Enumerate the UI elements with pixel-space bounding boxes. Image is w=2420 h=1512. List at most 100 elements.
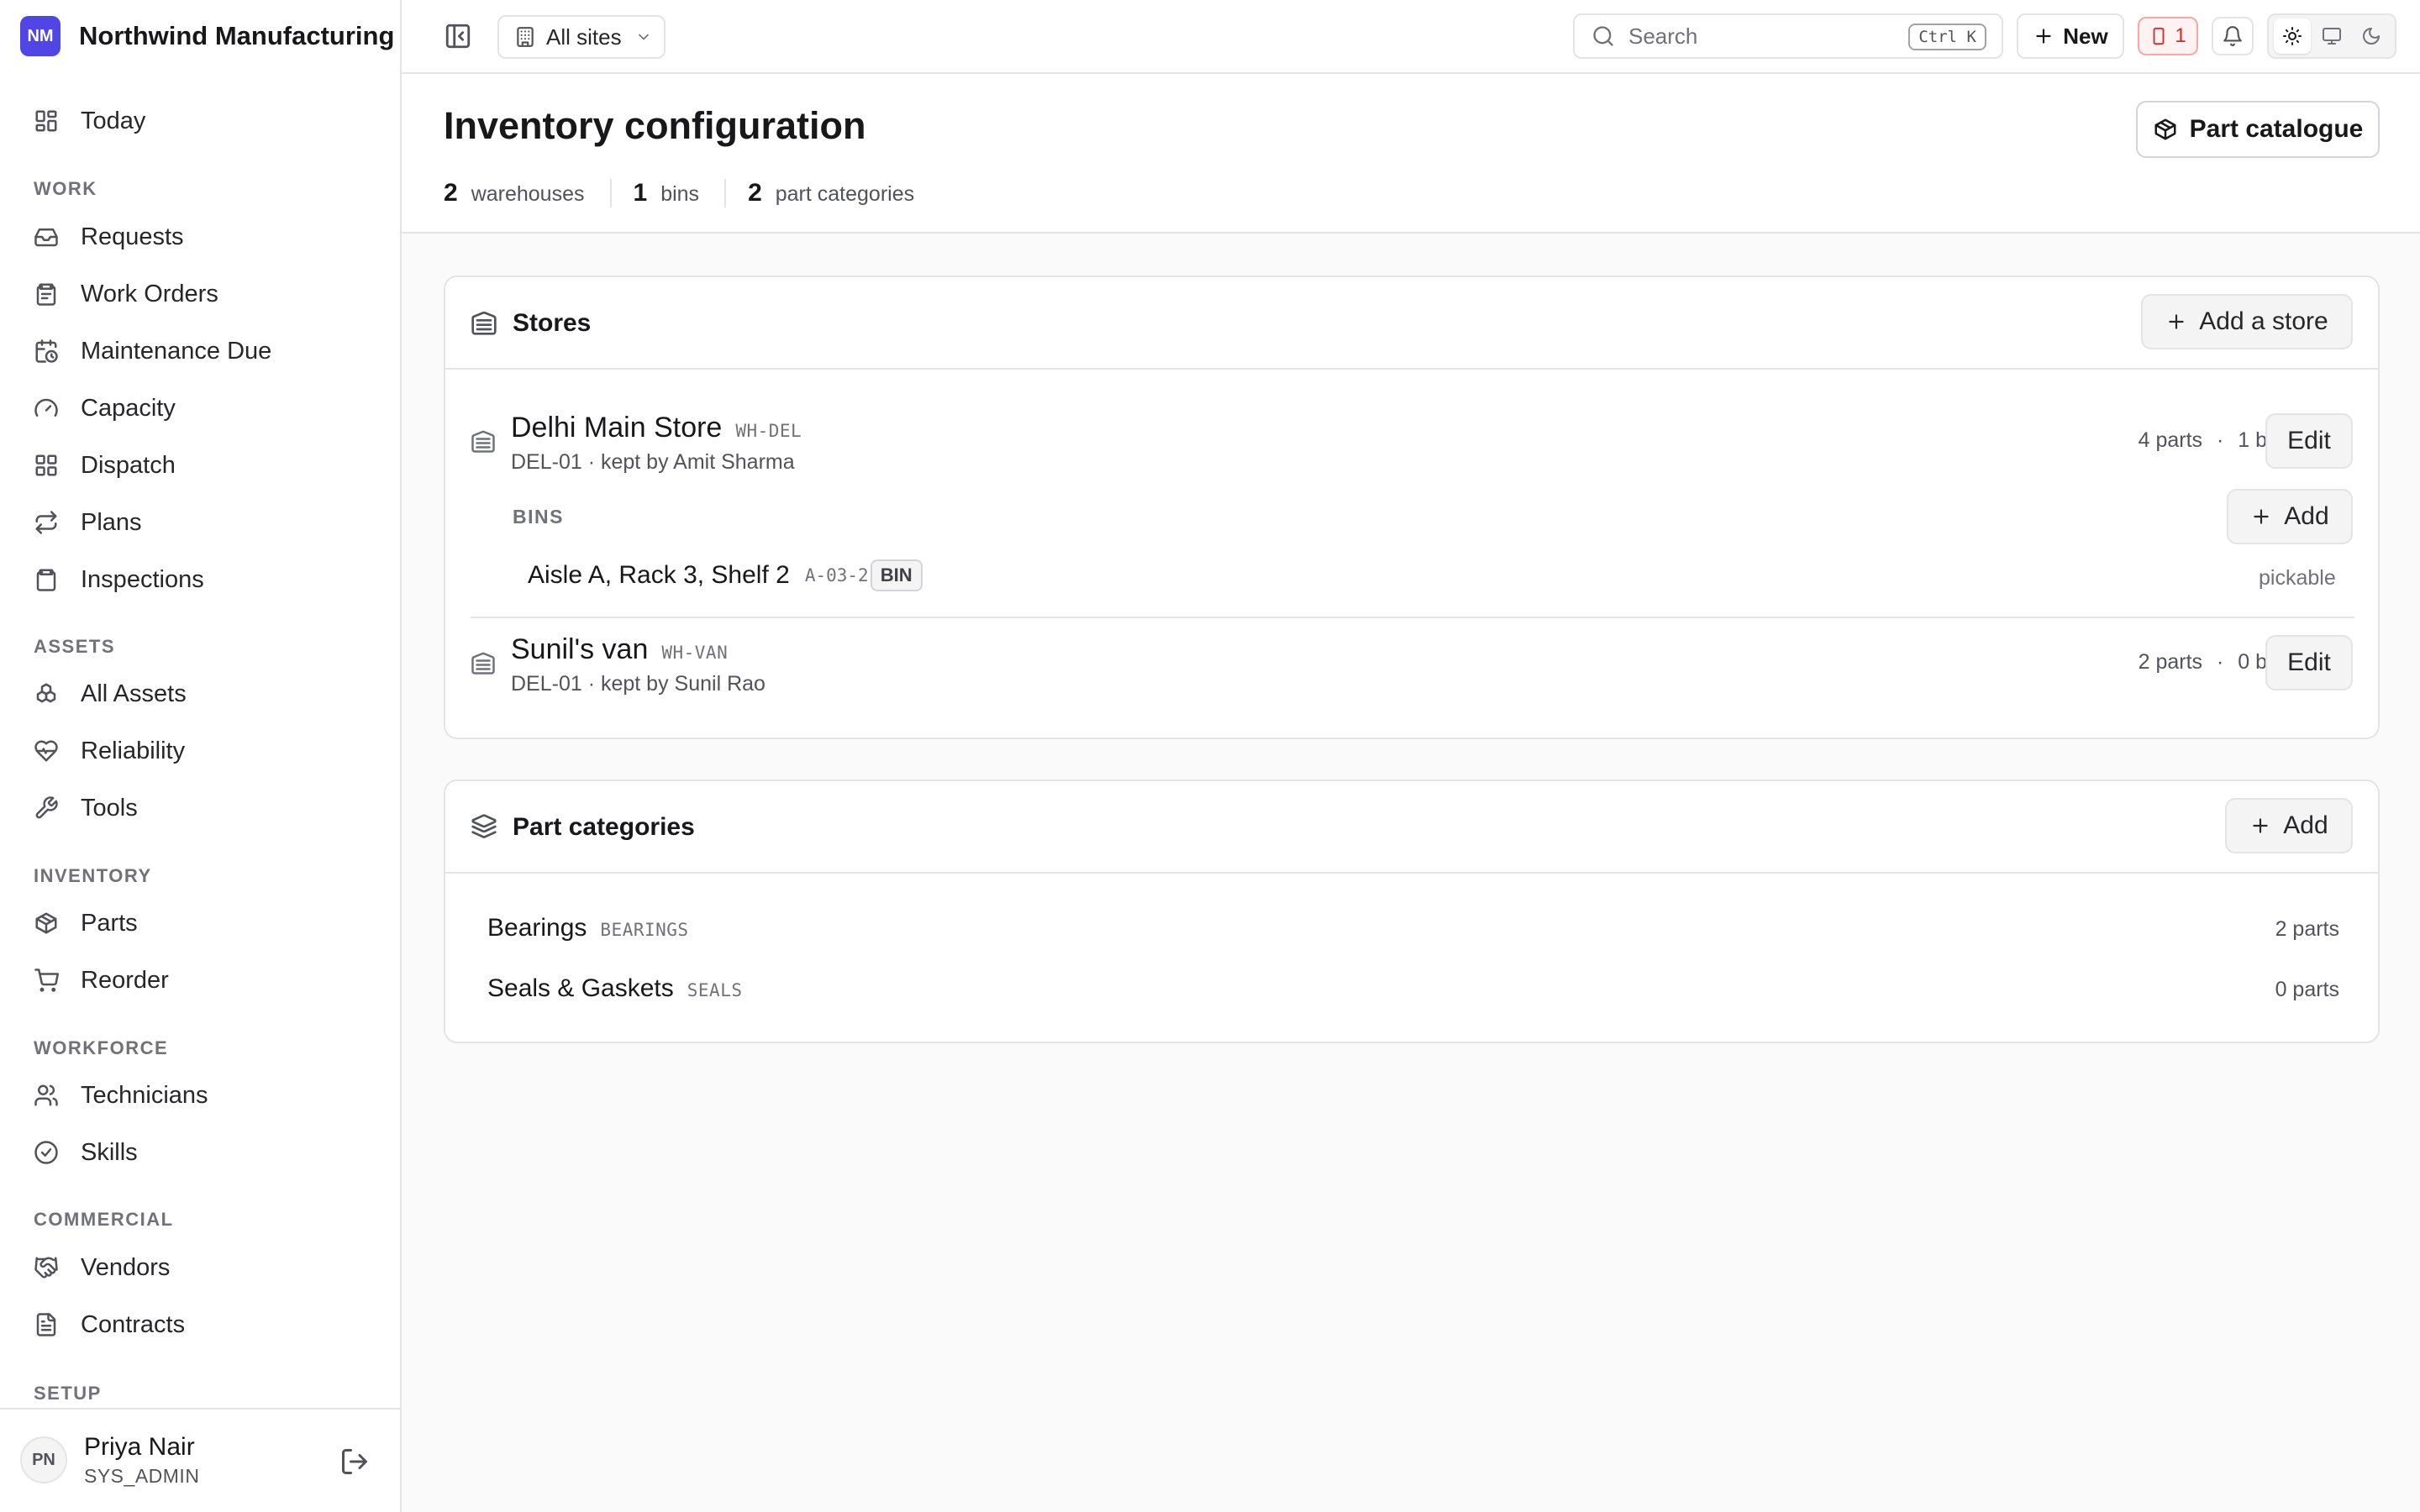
layers-icon [471,814,497,838]
dashboard-icon [35,110,57,132]
add-store-button[interactable]: Add a store [2141,294,2353,349]
search-placeholder: Search [1628,23,1698,49]
store-name-text: Delhi Main Store [511,412,723,444]
part-categories-card: Part categories Add Bearings BEARINGS 2 p… [444,780,2380,1043]
add-store-label: Add a store [2199,307,2328,335]
theme-light-button[interactable] [2273,18,2311,54]
edit-label: Edit [2287,427,2331,454]
store-code: WH-VAN [661,643,729,663]
sidebar-item-label: Reorder [81,966,169,994]
brand[interactable]: NM Northwind Manufacturing [20,16,394,56]
category-name-text: Seals & Gaskets [487,974,674,1002]
sidebar-item-work-orders[interactable]: Work Orders [20,269,381,319]
moon-icon [2363,28,2381,45]
sidebar-item-inspections[interactable]: Inspections [20,554,381,605]
sidebar-item-dispatch[interactable]: Dispatch [20,440,381,491]
sidebar-item-vendors[interactable]: Vendors [20,1242,381,1293]
category-row[interactable]: Bearings BEARINGS 2 parts [487,914,2339,948]
new-button-label: New [2063,23,2108,49]
sidebar-item-requests[interactable]: Requests [20,212,381,262]
sidebar-item-label: Skills [81,1138,138,1166]
stores-card: Stores Add a store Delhi Main Store WH-DE… [444,276,2380,739]
site-selector[interactable]: All sites [497,15,666,59]
sidebar-item-label: Work Orders [81,280,218,307]
search-shortcut: Ctrl K [1908,24,1986,50]
main-content: Stores Add a store Delhi Main Store WH-DE… [402,234,2420,1512]
stat-value: 1 [633,179,648,207]
topbar: All sites Search Ctrl K New 1 [402,0,2420,74]
sidebar-item-maintenance-due[interactable]: Maintenance Due [20,326,381,376]
stat-value: 2 [444,179,458,207]
nav-section-workforce: WORKFORCE [34,1037,169,1058]
logout-icon[interactable] [339,1446,370,1477]
sidebar-item-tools[interactable]: Tools [20,783,381,833]
store-name: Sunil's van WH-VAN [511,633,728,666]
categories-title: Part categories [513,813,695,841]
sidebar-item-label: Reliability [81,737,186,764]
sidebar-toggle-icon[interactable] [444,22,472,50]
sun-icon [2282,27,2302,45]
sidebar-item-technicians[interactable]: Technicians [20,1070,381,1121]
user-role: SYS_ADMIN [84,1465,200,1487]
sidebar-item-label: All Assets [81,680,187,707]
gauge-icon [34,398,58,417]
sidebar-item-label: Today [81,107,146,134]
category-count: 0 parts [2275,978,2339,1001]
stat-label: part categories [775,182,915,206]
bell-icon [2223,26,2242,46]
notifications-button[interactable] [2212,17,2254,55]
stores-title: Stores [513,309,592,337]
page-title: Inventory configuration [444,104,866,147]
alerts-badge[interactable]: 1 [2138,17,2198,55]
sidebar-item-all-assets[interactable]: All Assets [20,669,381,719]
search-input[interactable]: Search Ctrl K [1573,13,2003,59]
sidebar-item-label: Tools [81,794,138,822]
theme-dark-button[interactable] [2353,18,2390,54]
category-row[interactable]: Seals & Gaskets SEALS 0 parts [487,974,2339,1008]
stat-label: bins [660,182,700,206]
file-text-icon [36,1313,56,1336]
stats-bar: 2 warehouses 1 bins 2 part categories [444,175,939,212]
sidebar-item-capacity[interactable]: Capacity [20,383,381,433]
page-header: Inventory configuration Part catalogue 2… [402,74,2420,234]
sidebar-item-label: Requests [81,223,184,250]
sidebar-item-label: Capacity [81,394,176,422]
sidebar-item-parts[interactable]: Parts [20,898,381,948]
category-name-text: Bearings [487,914,587,942]
bin-row[interactable]: Aisle A, Rack 3, Shelf 2 A-03-2 BIN [528,559,923,591]
stat-warehouses: 2 warehouses [444,179,610,207]
add-bin-button[interactable]: Add [2227,489,2353,544]
avatar[interactable]: PN [20,1436,67,1483]
sidebar-item-label: Contracts [81,1310,186,1338]
boxes-icon [36,683,56,703]
sidebar-item-reorder[interactable]: Reorder [20,955,381,1005]
sidebar-item-plans[interactable]: Plans [20,497,381,548]
new-button[interactable]: New [2017,13,2124,59]
sidebar-item-label: Vendors [81,1253,171,1281]
warehouse-icon [471,311,497,335]
brand-logo: NM [20,16,60,56]
sidebar-item-reliability[interactable]: Reliability [20,726,381,776]
plus-icon [2254,509,2269,524]
add-category-button[interactable]: Add [2225,798,2353,853]
bin-tag: BIN [870,559,923,591]
alert-count: 1 [2175,24,2186,47]
repeat-icon [35,511,57,534]
clipboard-icon [36,283,56,306]
theme-system-button[interactable] [2313,18,2350,54]
part-catalogue-button[interactable]: Part catalogue [2136,101,2380,158]
edit-store-button[interactable]: Edit [2265,635,2353,690]
sidebar-item-skills[interactable]: Skills [20,1127,381,1178]
chevron-down-icon [638,34,649,40]
divider [471,617,2354,618]
sidebar-item-contracts[interactable]: Contracts [20,1299,381,1350]
store-meta: DEL-01 · kept by Amit Sharma [511,450,795,474]
nav-section-inventory: INVENTORY [34,865,152,886]
sidebar-item-today[interactable]: Today [20,96,381,146]
store-parts-count: 2 parts [2138,650,2203,674]
package-icon [35,912,57,934]
stat-label: warehouses [471,182,585,206]
edit-store-button[interactable]: Edit [2265,413,2353,469]
add-category-label: Add [2283,811,2328,839]
categories-card-header: Part categories Add [445,781,2378,874]
